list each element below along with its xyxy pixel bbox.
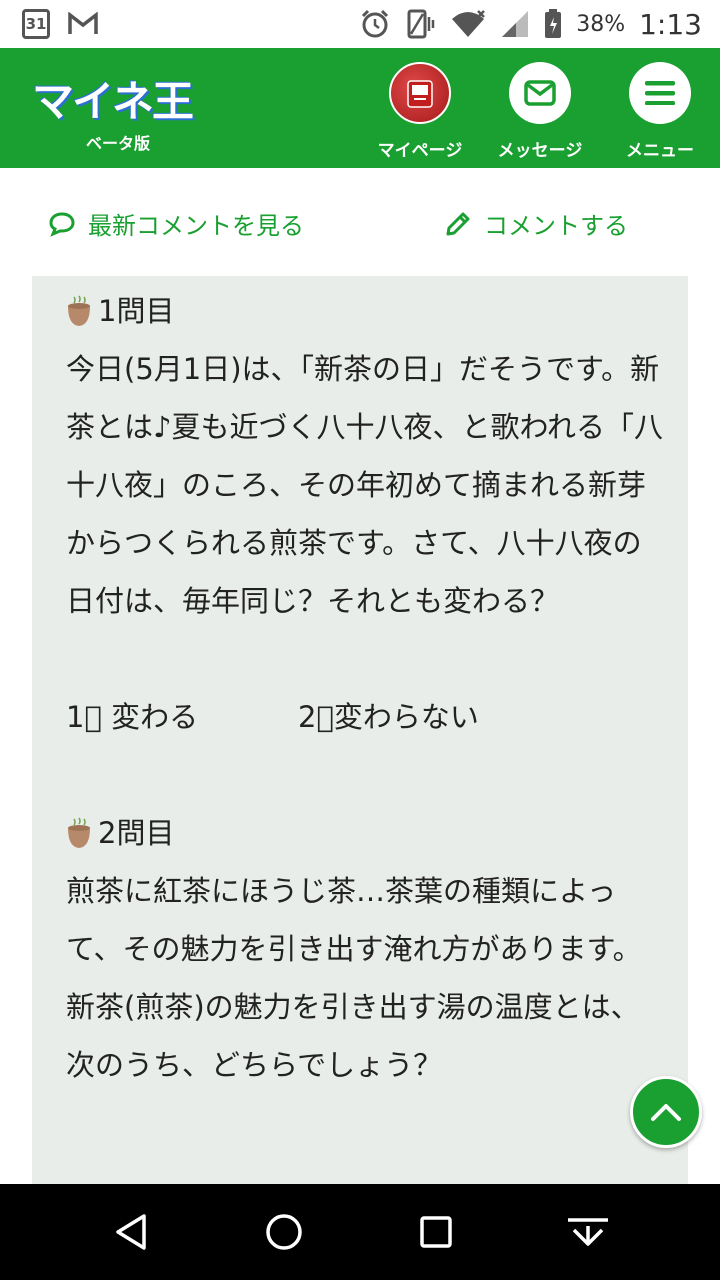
home-icon[interactable]	[262, 1210, 306, 1254]
question-1-title: 1問目	[66, 282, 666, 340]
question-1-text: 今日(5月1日)は、「新茶の日」だそうです。新茶とは♪夏も近づく八十八夜、と歌わ…	[66, 352, 664, 618]
hide-keyboard-icon[interactable]	[566, 1210, 610, 1254]
battery-percent: 38%	[576, 11, 626, 37]
battery-icon	[545, 9, 562, 38]
latest-comments-link[interactable]: 最新コメントを見る	[48, 206, 304, 241]
post-body: 1問目 今日(5月1日)は、「新茶の日」だそうです。新茶とは♪夏も近づく八十八夜…	[66, 282, 666, 1094]
system-nav-bar	[0, 1184, 720, 1280]
option-1: 1⃣ 変わる	[66, 700, 199, 734]
hamburger-icon	[645, 81, 675, 105]
status-bar: 31 38% 1:13	[0, 0, 720, 48]
menu-button	[629, 62, 691, 124]
comment-actions: 最新コメントを見る コメントする	[0, 168, 720, 276]
write-comment-link[interactable]: コメントする	[444, 206, 628, 241]
site-logo[interactable]: マイネ王	[32, 68, 212, 130]
clock: 1:13	[639, 7, 702, 41]
latest-comments-label: 最新コメントを見る	[88, 212, 304, 240]
write-comment-label: コメントする	[484, 212, 628, 240]
envelope-icon	[524, 80, 556, 106]
avatar	[389, 62, 451, 124]
nav-label: メニュー	[626, 141, 694, 161]
nav-menu[interactable]: メニュー	[605, 62, 715, 161]
question-1-label: 1問目	[98, 294, 175, 328]
envelope-button	[509, 62, 571, 124]
pencil-icon	[446, 212, 470, 235]
site-header: マイネ王 ベータ版 マイページ メッセージ メニュー	[0, 48, 720, 168]
question-2-title: 2問目	[66, 804, 666, 862]
wifi-icon	[452, 10, 486, 37]
nav-mypage[interactable]: マイページ	[365, 62, 475, 161]
question-1-options: 1⃣ 変わる 2⃣変わらない	[66, 688, 666, 746]
question-2-label: 2問目	[98, 816, 175, 850]
logo-sub: ベータ版	[86, 134, 151, 153]
alarm-icon	[362, 9, 389, 38]
vibrate-icon	[407, 9, 435, 39]
chevron-up-icon	[651, 1104, 681, 1121]
tea-icon	[68, 295, 90, 326]
question-2-text: 煎茶に紅茶にほうじ茶…茶葉の種類によって、その魅力を引き出す淹れ方があります。新…	[66, 874, 642, 1082]
speech-bubble-icon	[49, 211, 75, 237]
option-2: 2⃣変わらない	[298, 700, 479, 734]
logo-text: マイネ王	[32, 77, 194, 126]
nav-label: メッセージ	[497, 141, 583, 161]
nav-messages[interactable]: メッセージ	[485, 62, 595, 161]
scroll-top-button[interactable]	[630, 1076, 702, 1148]
calendar-icon: 31	[22, 9, 50, 39]
post-content: 1問目 今日(5月1日)は、「新茶の日」だそうです。新茶とは♪夏も近づく八十八夜…	[32, 276, 688, 1184]
gmail-icon	[68, 12, 98, 34]
nav-label: マイページ	[377, 141, 463, 161]
tea-icon	[68, 817, 90, 848]
back-icon[interactable]	[110, 1210, 154, 1254]
signal-icon	[502, 11, 529, 37]
recents-icon[interactable]	[414, 1210, 458, 1254]
